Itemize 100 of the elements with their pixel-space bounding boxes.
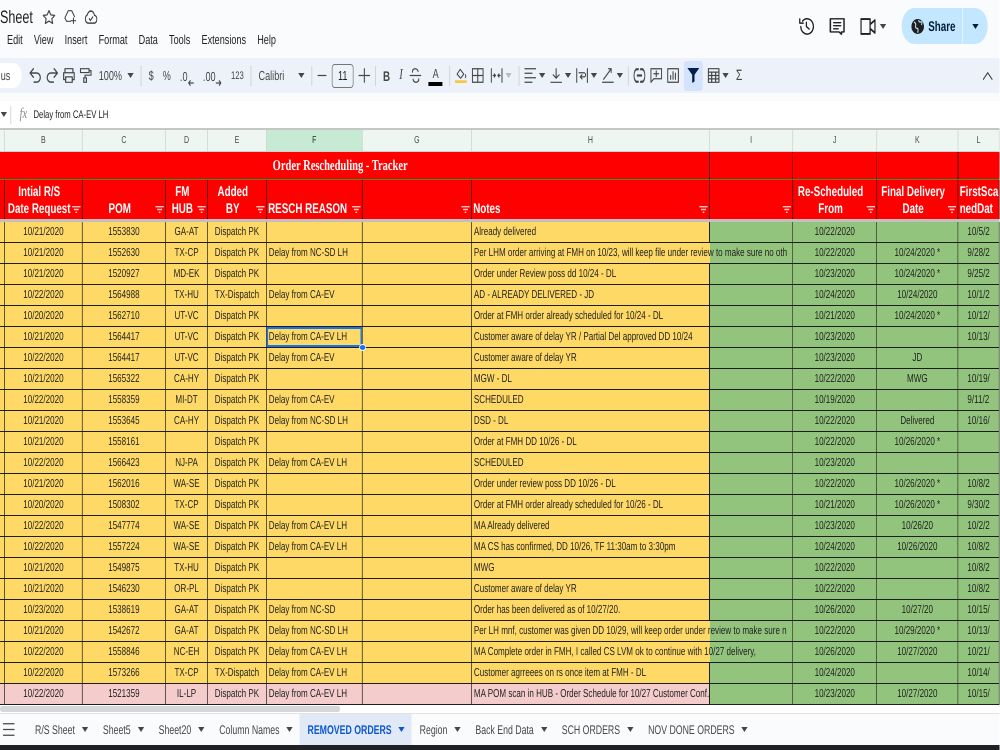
link-icon[interactable]	[634, 68, 646, 83]
filter-icon[interactable]	[155, 206, 164, 213]
table-cell: 10/23/2020	[793, 684, 878, 704]
table-cell: 10/21/2020	[4, 222, 83, 242]
filter-icon[interactable]	[197, 206, 206, 213]
increase-decimal-button[interactable]: .00	[200, 62, 224, 88]
column-heading: FirstSca nedDat	[960, 183, 998, 217]
sheet-tab[interactable]: NOV DONE ORDERS	[640, 714, 755, 745]
filter-icon[interactable]	[782, 206, 791, 213]
caret-icon[interactable]	[565, 73, 572, 78]
column-letter[interactable]: F	[266, 130, 363, 152]
table-cell: 1549875	[82, 558, 166, 578]
caret-icon[interactable]	[722, 73, 729, 78]
sheet-tab[interactable]: Sheet20	[150, 714, 212, 745]
decrease-decimal-button[interactable]: .0	[178, 62, 196, 88]
chart-icon[interactable]	[667, 68, 680, 83]
bold-button[interactable]: B	[380, 62, 392, 88]
zoom-select[interactable]: 100%	[96, 62, 136, 88]
table-cell: 10/23/2020	[4, 600, 83, 620]
font-size-field[interactable]: 11	[332, 64, 354, 88]
percent-button[interactable]: %	[160, 62, 173, 88]
table-cell: 10/23/2020	[793, 264, 878, 284]
table-cell: Dispatch PK	[208, 579, 267, 599]
table-cell: 1538619	[82, 600, 166, 620]
table-cell: 10/22/2020	[4, 663, 83, 683]
functions-button[interactable]: Σ	[734, 62, 744, 88]
text-color-button[interactable]: A	[426, 62, 445, 88]
chevron-up-icon[interactable]	[982, 72, 993, 80]
filter-icon[interactable]	[866, 206, 875, 213]
sheet-tab[interactable]: Back End Data	[468, 714, 554, 745]
table-cell: Order at FMH order already scheduled for 10/26 - DL	[472, 495, 794, 515]
fill-handle-icon[interactable]	[359, 344, 366, 351]
menu-item[interactable]: Format	[93, 31, 134, 49]
undo-icon[interactable]	[29, 68, 42, 83]
caret-icon[interactable]	[0, 112, 7, 117]
align-bottom-icon[interactable]	[550, 68, 562, 83]
italic-button[interactable]: I	[397, 62, 405, 88]
align-left-icon[interactable]	[524, 68, 536, 83]
filter-button[interactable]	[684, 60, 703, 90]
minus-icon[interactable]	[317, 74, 328, 77]
redo-icon[interactable]	[46, 68, 58, 83]
sheet-tab[interactable]: R/S Sheet	[27, 714, 96, 745]
sheet-tab[interactable]: SCH ORDERS	[554, 714, 640, 745]
history-icon[interactable]	[798, 18, 814, 34]
fill-color-icon[interactable]	[455, 68, 468, 83]
scrollbar-thumb[interactable]	[0, 706, 340, 712]
document-title[interactable]: Sheet	[0, 6, 33, 28]
star-icon[interactable]	[42, 10, 56, 24]
video-camera-icon[interactable]	[860, 18, 876, 34]
arrow-left-icon	[188, 80, 194, 86]
sheet-tab[interactable]: Region	[412, 714, 468, 745]
number-format-button[interactable]: 123	[228, 62, 246, 88]
currency-button[interactable]: $	[146, 62, 156, 88]
text-wrap-icon[interactable]	[576, 68, 588, 83]
formula-input[interactable]: Delay from CA-EV LH	[33, 104, 1000, 124]
filter-icon[interactable]	[699, 206, 708, 213]
table-cell: Delay from NC-SD LH	[266, 411, 363, 431]
menu-item[interactable]: Insert	[59, 31, 93, 49]
table-cell: 10/21/2020	[4, 558, 83, 578]
sheet-tab[interactable]: REMOVED ORDERS	[300, 714, 412, 745]
sheet-tab[interactable]: Column Names	[212, 714, 300, 745]
comment-icon[interactable]	[830, 18, 845, 34]
caret-icon[interactable]	[880, 24, 886, 28]
table-cell: TX-CP	[166, 243, 208, 263]
print-icon[interactable]	[63, 68, 75, 83]
filter-icon[interactable]	[352, 206, 360, 213]
menu-item[interactable]: Edit	[1, 31, 28, 49]
add-comment-icon[interactable]	[650, 68, 662, 83]
borders-icon[interactable]	[472, 68, 484, 83]
cloud-icon[interactable]	[84, 10, 98, 24]
triangle-plus-icon[interactable]	[64, 10, 76, 24]
table-cell: CA-HY	[166, 411, 208, 431]
table-cell: MGW - DL	[472, 369, 794, 389]
paint-roller-icon[interactable]	[80, 68, 92, 83]
filter-icon[interactable]	[948, 206, 956, 213]
calculator-icon[interactable]	[708, 68, 720, 83]
table-cell: 10/24/2020 *	[877, 306, 958, 326]
filter-icon[interactable]	[72, 206, 80, 213]
menu-icon[interactable]	[2, 723, 15, 736]
plus-icon[interactable]	[358, 68, 370, 83]
table-cell: 1508302	[82, 495, 166, 515]
strikethrough-icon[interactable]	[410, 68, 422, 83]
table-cell: WA-SE	[166, 474, 208, 494]
filter-icon[interactable]	[256, 206, 265, 213]
menu-item[interactable]: Help	[252, 31, 282, 49]
filter-icon[interactable]	[461, 206, 470, 213]
font-select[interactable]: Calibri	[256, 62, 307, 88]
diagonal-arrow-icon[interactable]	[602, 68, 614, 83]
share-button[interactable]: Share	[902, 8, 962, 44]
menu-search-field[interactable]: us	[0, 63, 22, 88]
caret-icon[interactable]	[591, 73, 598, 78]
caret-icon[interactable]	[539, 73, 546, 78]
menu-item[interactable]: Extensions	[196, 31, 252, 49]
sheet-tab[interactable]: Sheet5	[95, 714, 151, 745]
caret-icon[interactable]	[616, 73, 624, 78]
table-cell: 10/26/2020	[877, 537, 958, 557]
menu-item[interactable]: Tools	[163, 31, 196, 49]
menu-item[interactable]: View	[28, 31, 60, 49]
menu-item[interactable]: Data	[133, 31, 164, 49]
table-cell: 9/30/2	[958, 495, 1000, 515]
